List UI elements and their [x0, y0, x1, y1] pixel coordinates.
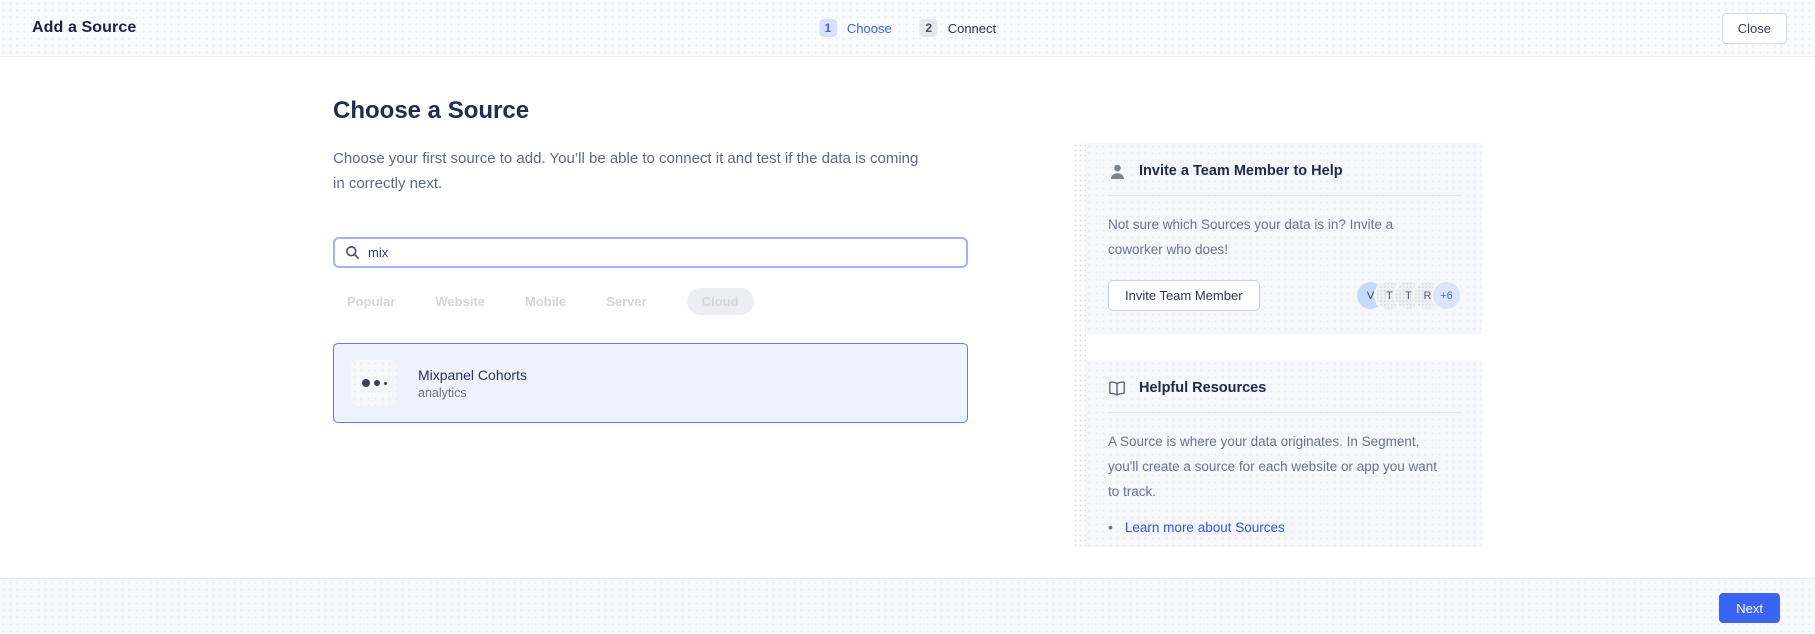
step-choose-number: 1 [819, 19, 837, 37]
invite-card-header: Invite a Team Member to Help [1108, 162, 1460, 180]
helpful-resources-card: Helpful Resources A Source is where your… [1086, 360, 1482, 547]
step-connect-label: Connect [948, 21, 996, 36]
resources-card-body: A Source is where your data originates. … [1108, 429, 1448, 504]
step-choose-label: Choose [847, 21, 892, 36]
sidebar-divider [1073, 143, 1086, 547]
wizard-stepper: 1 Choose 2 Connect [819, 19, 996, 37]
invite-team-card: Invite a Team Member to Help Not sure wh… [1086, 143, 1482, 334]
tab-website[interactable]: Website [435, 294, 485, 309]
tab-popular[interactable]: Popular [347, 294, 395, 309]
close-button[interactable]: Close [1722, 13, 1787, 44]
tab-cloud[interactable]: Cloud [687, 288, 754, 315]
tab-mobile[interactable]: Mobile [525, 294, 566, 309]
search-icon [345, 245, 360, 260]
source-search[interactable] [333, 237, 968, 268]
invite-team-member-button[interactable]: Invite Team Member [1108, 280, 1260, 311]
divider [1108, 195, 1460, 196]
open-book-icon [1108, 379, 1126, 397]
step-connect-number: 2 [920, 19, 938, 37]
tab-server[interactable]: Server [606, 294, 646, 309]
resources-card-title: Helpful Resources [1139, 380, 1266, 396]
list-item: Learn more about Sources [1108, 519, 1460, 535]
result-text: Mixpanel Cohorts analytics [418, 367, 527, 400]
top-bar: Add a Source 1 Choose 2 Connect Close [0, 0, 1815, 57]
invite-card-title: Invite a Team Member to Help [1139, 163, 1343, 179]
result-subtitle: analytics [418, 386, 527, 400]
person-icon [1108, 162, 1126, 180]
team-avatars: V T T R +6 [1357, 282, 1460, 309]
mixpanel-logo-icon [351, 360, 397, 406]
step-connect[interactable]: 2 Connect [920, 19, 996, 37]
add-source-modal: Add a Source 1 Choose 2 Connect Close Ch… [0, 0, 1815, 634]
step-choose[interactable]: 1 Choose [819, 19, 892, 37]
result-title: Mixpanel Cohorts [418, 367, 527, 383]
invite-row: Invite Team Member V T T R +6 [1108, 280, 1460, 311]
learn-more-sources-link[interactable]: Learn more about Sources [1125, 520, 1285, 535]
window-title: Add a Source [32, 19, 136, 37]
category-tabs: Popular Website Mobile Server Cloud [347, 288, 754, 315]
source-result-mixpanel-cohorts[interactable]: Mixpanel Cohorts analytics [333, 343, 968, 423]
page-description: Choose your first source to add. You’ll … [333, 146, 933, 196]
page-title: Choose a Source [333, 97, 529, 125]
avatar-overflow-count: +6 [1433, 282, 1460, 309]
next-button[interactable]: Next [1719, 593, 1780, 623]
search-input[interactable] [368, 245, 956, 260]
resources-card-header: Helpful Resources [1108, 379, 1460, 397]
resources-link-list: Learn more about Sources [1108, 519, 1460, 535]
invite-card-body: Not sure which Sources your data is in? … [1108, 212, 1448, 262]
divider [1108, 412, 1460, 413]
footer-bar: Next [0, 578, 1815, 634]
